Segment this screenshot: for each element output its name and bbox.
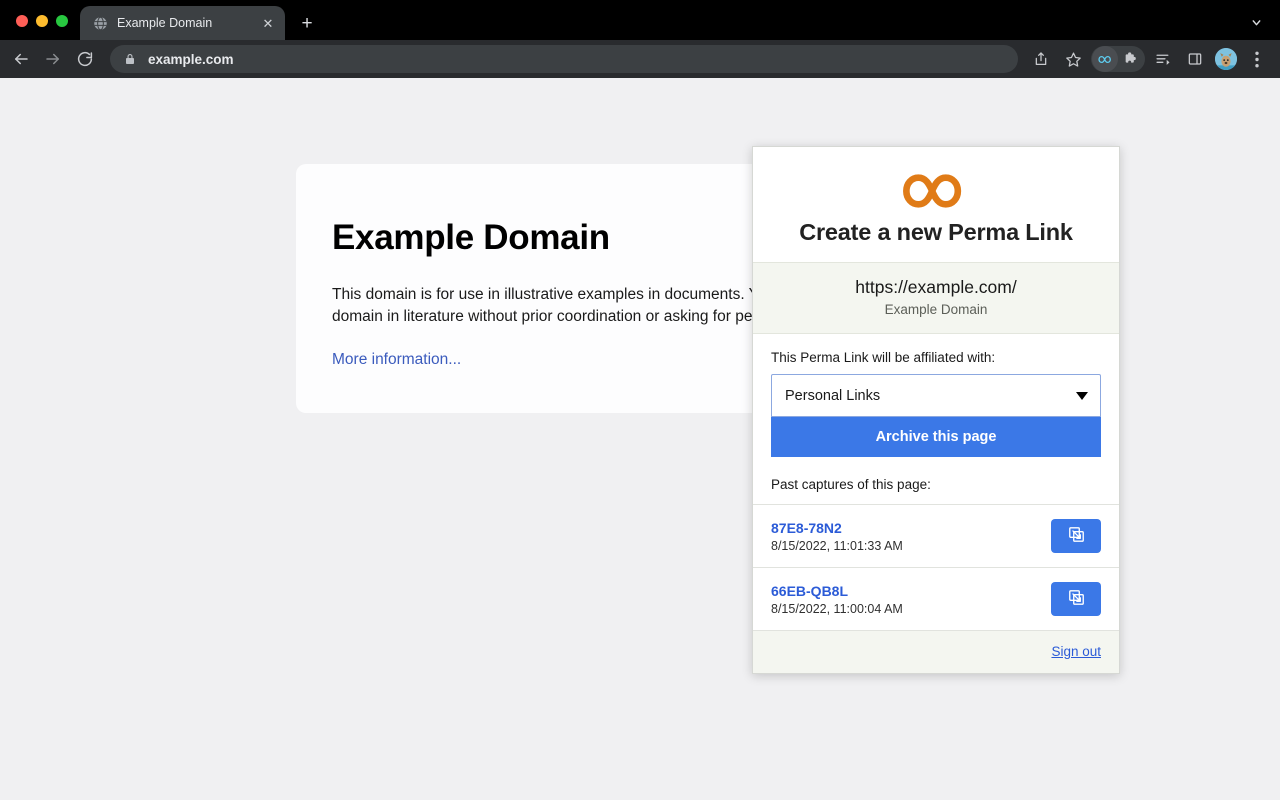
capture-timestamp: 8/15/2022, 11:01:33 AM	[771, 539, 903, 553]
side-panel-icon[interactable]	[1180, 44, 1210, 74]
browser-window: Example Domain ✕ +	[0, 0, 1280, 800]
chevron-down-icon	[1076, 392, 1088, 400]
window-controls	[0, 15, 80, 40]
popup-target-url: https://example.com/	[769, 277, 1103, 298]
chevron-down-icon[interactable]	[1242, 8, 1270, 36]
globe-icon	[92, 15, 108, 31]
capture-id-link[interactable]: 87E8-78N2	[771, 520, 903, 536]
popup-url-band: https://example.com/ Example Domain	[753, 262, 1119, 334]
tab-title: Example Domain	[117, 16, 250, 30]
copy-icon	[1067, 588, 1086, 610]
copy-capture-link-button[interactable]	[1051, 582, 1101, 616]
infinity-logo-icon	[769, 169, 1103, 213]
capture-meta: 87E8-78N2 8/15/2022, 11:01:33 AM	[771, 520, 903, 553]
popup-footer: Sign out	[753, 630, 1119, 673]
archive-this-page-button[interactable]: Archive this page	[771, 417, 1101, 457]
capture-id-link[interactable]: 66EB-QB8L	[771, 583, 903, 599]
folder-select[interactable]: Personal Links	[771, 374, 1101, 417]
popup-header: Create a new Perma Link	[753, 147, 1119, 262]
window-close-button[interactable]	[16, 15, 28, 27]
folder-select-value: Personal Links	[785, 388, 880, 404]
forward-arrow-icon[interactable]	[38, 44, 68, 74]
perma-extension-popup: Create a new Perma Link https://example.…	[752, 146, 1120, 674]
popup-form: This Perma Link will be affiliated with:…	[753, 334, 1119, 504]
table-row[interactable]: 87E8-78N2 8/15/2022, 11:01:33 AM	[753, 504, 1119, 567]
back-arrow-icon[interactable]	[6, 44, 36, 74]
more-information-link[interactable]: More information...	[332, 351, 461, 368]
extension-pill	[1091, 46, 1145, 72]
window-maximize-button[interactable]	[56, 15, 68, 27]
star-icon[interactable]	[1058, 44, 1088, 74]
avatar[interactable]	[1215, 48, 1237, 70]
infinity-icon[interactable]	[1092, 46, 1118, 72]
table-row[interactable]: 66EB-QB8L 8/15/2022, 11:00:04 AM	[753, 567, 1119, 630]
browser-tab[interactable]: Example Domain ✕	[80, 6, 285, 40]
past-captures-label: Past captures of this page:	[771, 457, 1101, 504]
page-viewport: Example Domain This domain is for use in…	[0, 78, 1280, 800]
capture-timestamp: 8/15/2022, 11:00:04 AM	[771, 602, 903, 616]
reload-icon[interactable]	[70, 44, 100, 74]
popup-target-title: Example Domain	[769, 302, 1103, 317]
copy-icon	[1067, 525, 1086, 547]
tab-close-button[interactable]: ✕	[259, 14, 277, 32]
new-tab-button[interactable]: +	[293, 9, 321, 37]
affiliation-label: This Perma Link will be affiliated with:	[771, 350, 1101, 365]
share-icon[interactable]	[1026, 44, 1056, 74]
address-bar[interactable]: example.com	[110, 45, 1018, 73]
browser-toolbar: example.com	[0, 40, 1280, 78]
address-bar-url: example.com	[148, 52, 234, 67]
three-dot-menu-icon[interactable]	[1242, 44, 1272, 74]
popup-title: Create a new Perma Link	[769, 219, 1103, 246]
reading-list-icon[interactable]	[1148, 44, 1178, 74]
window-minimize-button[interactable]	[36, 15, 48, 27]
puzzle-piece-icon[interactable]	[1118, 46, 1144, 72]
tab-strip: Example Domain ✕ +	[0, 0, 1280, 40]
lock-icon	[124, 53, 138, 65]
copy-capture-link-button[interactable]	[1051, 519, 1101, 553]
sign-out-link[interactable]: Sign out	[1051, 644, 1101, 659]
capture-meta: 66EB-QB8L 8/15/2022, 11:00:04 AM	[771, 583, 903, 616]
